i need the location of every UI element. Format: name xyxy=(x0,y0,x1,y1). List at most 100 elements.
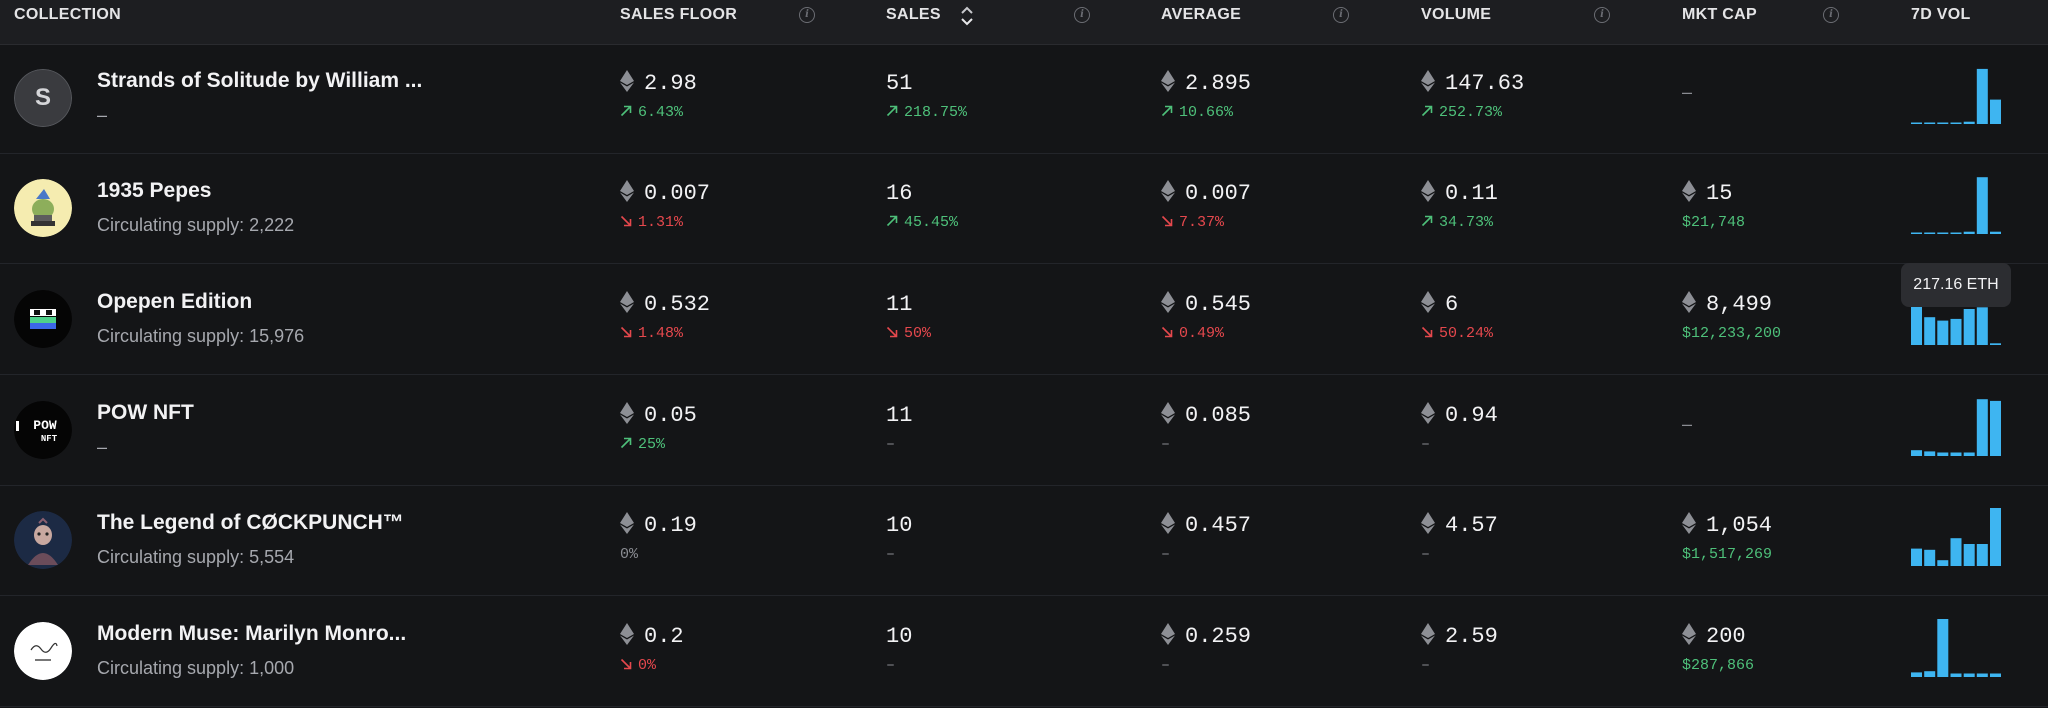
collection-name[interactable]: Opepen Edition xyxy=(97,290,252,314)
sparkline-bar xyxy=(1976,307,1988,345)
sales-floor-value: 0.007 xyxy=(620,180,710,207)
collection-name[interactable]: Modern Muse: Marilyn Monro... xyxy=(97,622,406,646)
sparkline-bar xyxy=(1976,177,1988,234)
sales-value: 10 xyxy=(886,513,913,538)
volume-sparkline[interactable] xyxy=(1911,64,2001,124)
sparkline-bar xyxy=(1937,560,1949,566)
table-row[interactable]: Opepen Edition Circulating supply: 15,976… xyxy=(0,265,2048,375)
sparkline-bar xyxy=(1911,548,1922,566)
average-cell: 0.085 – xyxy=(1161,402,1251,455)
table-row[interactable]: S Strands of Solitude by William ... – 2.98… xyxy=(0,44,2048,154)
sales-change: 45.45% xyxy=(886,213,958,233)
arrow-down-right-icon xyxy=(886,326,898,337)
volume-value: 4.57 xyxy=(1421,512,1498,539)
average-change: 10.66% xyxy=(1161,103,1251,123)
collection-avatar[interactable] xyxy=(14,290,72,348)
average-cell: 0.457 – xyxy=(1161,512,1251,565)
sparkline-bar xyxy=(1924,232,1936,234)
sales-floor-value: 0.05 xyxy=(620,402,697,429)
volume-sparkline[interactable] xyxy=(1911,174,2001,234)
eth-icon xyxy=(1682,291,1696,314)
circulating-supply: Circulating supply: 15,976 xyxy=(97,326,305,346)
sales-value: 11 xyxy=(886,403,913,428)
sales-value: 10 xyxy=(886,624,913,649)
sales-floor-value: 0.2 xyxy=(620,623,684,650)
table-row[interactable]: Modern Muse: Marilyn Monro... Circulating… xyxy=(0,597,2048,707)
sparkline-bar xyxy=(1976,399,1988,456)
collection-name[interactable]: 1935 Pepes xyxy=(97,179,211,203)
sparkline-bar xyxy=(1924,122,1936,124)
svg-text:NFT: NFT xyxy=(41,434,58,444)
header-collection[interactable]: COLLECTION xyxy=(14,0,121,30)
volume-sparkline[interactable] xyxy=(1911,617,2001,677)
sales-change: – xyxy=(886,436,896,453)
mkt-cap-cell: 1,054 $1,517,269 xyxy=(1682,512,1772,565)
table-row[interactable]: 1935 Pepes Circulating supply: 2,222 0.007… xyxy=(0,154,2048,264)
collection-avatar[interactable]: POW NFT xyxy=(14,401,72,459)
sales-floor-cell: 2.98 6.43% xyxy=(620,70,697,123)
sparkline-bar xyxy=(1924,549,1936,566)
collection-avatar[interactable] xyxy=(14,622,72,680)
sort-icon[interactable] xyxy=(960,4,974,28)
collections-table: COLLECTION SALES FLOOR i SALES i AVERAGE… xyxy=(0,0,2048,708)
collection-name[interactable]: The Legend of CØCKPUNCH™ xyxy=(97,511,404,535)
average-change: 0.49% xyxy=(1161,324,1251,344)
collection-name[interactable]: POW NFT xyxy=(97,401,194,425)
sparkline-bar xyxy=(1950,673,1962,677)
sales-info-icon[interactable]: i xyxy=(1074,7,1090,23)
volume-value: 2.59 xyxy=(1421,623,1498,650)
sparkline-bar xyxy=(1976,68,1988,124)
sparkline-bar xyxy=(1937,232,1949,234)
table-row[interactable]: The Legend of CØCKPUNCH™ Circulating supp… xyxy=(0,486,2048,596)
sales-cell: 10 – xyxy=(886,624,912,676)
sparkline-bar xyxy=(1963,231,1975,234)
header-volume[interactable]: VOLUME xyxy=(1421,0,1491,30)
sales-floor-info-icon[interactable]: i xyxy=(799,7,815,23)
sparkline-bar xyxy=(1911,672,1922,677)
sales-floor-change: 25% xyxy=(620,435,697,455)
header-sales[interactable]: SALES xyxy=(886,0,941,30)
header-sales-floor[interactable]: SALES FLOOR xyxy=(620,0,737,30)
eth-icon xyxy=(1421,180,1435,203)
average-value: 0.457 xyxy=(1161,512,1251,539)
mkt-cap-cell: 15 $21,748 xyxy=(1682,180,1746,233)
sparkline-bar xyxy=(1950,452,1962,456)
sparkline-bar xyxy=(1924,451,1936,456)
eth-icon xyxy=(1421,623,1435,646)
sales-floor-change: 1.48% xyxy=(620,324,710,344)
eth-icon xyxy=(620,180,634,203)
average-change: 7.37% xyxy=(1161,213,1251,233)
volume-sparkline[interactable] xyxy=(1911,506,2001,566)
collection-name[interactable]: Strands of Solitude by William ... xyxy=(97,69,422,93)
collection-avatar[interactable]: S xyxy=(14,69,72,127)
volume-cell: 0.11 34.73% xyxy=(1421,180,1498,233)
eth-icon xyxy=(1421,291,1435,314)
sales-floor-cell: 0.19 0% xyxy=(620,512,697,565)
header-7d-vol[interactable]: 7D VOL xyxy=(1911,0,1971,30)
arrow-up-right-icon xyxy=(1421,105,1433,116)
header-mkt-cap[interactable]: MKT CAP xyxy=(1682,0,1757,30)
volume-cell: 6 50.24% xyxy=(1421,291,1493,344)
mkt-cap-usd: $21,748 xyxy=(1682,214,1746,231)
sparkline-bar xyxy=(1937,619,1949,677)
volume-change: – xyxy=(1421,546,1431,563)
sales-cell: 11 50% xyxy=(886,292,931,344)
mkt-cap-cell: 200 $287,866 xyxy=(1682,623,1755,676)
volume-value: 0.94 xyxy=(1421,402,1498,429)
average-info-icon[interactable]: i xyxy=(1333,7,1349,23)
sales-change: – xyxy=(886,657,896,674)
sparkline-bar xyxy=(1963,309,1975,345)
volume-sparkline[interactable] xyxy=(1911,396,2001,456)
volume-info-icon[interactable]: i xyxy=(1594,7,1610,23)
eth-icon xyxy=(620,70,634,93)
mkt-cap-info-icon[interactable]: i xyxy=(1823,7,1839,23)
table-row[interactable]: POW NFT POW NFT –0.05 25% 11–0.085–0.94– – xyxy=(0,376,2048,486)
eth-icon xyxy=(1161,180,1175,203)
collection-avatar[interactable] xyxy=(14,511,72,569)
header-average[interactable]: AVERAGE xyxy=(1161,0,1241,30)
collection-avatar[interactable] xyxy=(14,179,72,237)
mkt-cap-value: – xyxy=(1682,414,1693,434)
eth-icon xyxy=(620,623,634,646)
eth-icon xyxy=(1682,623,1696,646)
mkt-cap-usd: $287,866 xyxy=(1682,657,1755,674)
